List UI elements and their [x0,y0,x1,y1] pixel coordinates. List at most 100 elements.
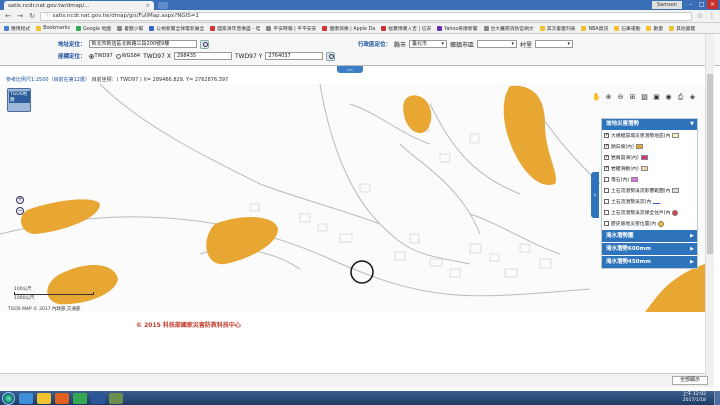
county-select[interactable]: 臺北市 ▾ [409,40,448,48]
x-input[interactable]: 298435 [173,52,232,60]
checkbox-unchecked[interactable] [604,221,609,226]
bookmark-item[interactable]: 數量 [646,25,663,32]
bookmark-item[interactable]: NBA資訊 [581,25,608,32]
legend-item-label: 落石(內) [611,178,630,183]
legend-header[interactable]: 坡地災害潛勢 ▼ [602,119,697,130]
checkbox-checked[interactable]: ✓ [604,166,609,171]
checkbox-unchecked[interactable] [604,210,609,215]
measure-icon[interactable]: ▨ [640,93,649,102]
map-building [469,243,482,254]
reload-icon[interactable]: ↻ [28,12,36,20]
village-select[interactable]: ▾ [535,40,574,48]
legend-section-header[interactable]: 淹水潛勢600mm ▶ [602,243,697,255]
basemap-toggle-button[interactable]: TGOS地圖 [7,88,31,112]
profile-badge[interactable]: Samson [652,1,682,9]
bookmark-item[interactable]: 書籤小幫 [117,25,143,32]
close-window-icon[interactable]: × [707,0,718,9]
locate-icon[interactable]: ◉ [664,93,673,102]
zoom-out-magnifier-icon[interactable]: ⊖ [616,93,625,102]
show-desktop-button[interactable] [714,391,720,405]
explorer-taskbar-icon[interactable] [37,392,51,404]
full-extent-icon[interactable]: ⊞ [628,93,637,102]
legend-section-header[interactable]: 淹水潛勢圖 ▶ [602,230,697,242]
eraser-icon[interactable]: ◈ [688,93,697,102]
legend-item[interactable]: 歷史坡地災害位置(內 [602,218,697,229]
bookmark-item[interactable]: 福寶博購入吉 | 信安 [381,25,431,32]
address-search-icon[interactable] [199,39,209,49]
bookmark-item[interactable]: Bookmarks [36,25,70,31]
scroll-thumb[interactable] [707,74,713,254]
zoom-out-icon[interactable]: − [16,207,24,215]
bookmark-favicon-icon [322,25,328,31]
bookmark-item[interactable]: 其他書籤 [669,25,695,32]
legend-item[interactable]: 土石流潛勢溪流保全住戶(內 [602,207,697,218]
admin-label: 行政區定位： [358,42,392,48]
legend-item[interactable]: ✓ 岩體滑動(內) [602,163,697,174]
photo-taskbar-icon[interactable] [109,392,123,404]
bookmark-item[interactable]: 公視新聞全球電影展全 [149,25,204,32]
legend-item[interactable]: ✓ 岩屑崩滑(內) [602,152,697,163]
word-taskbar-icon[interactable] [91,392,105,404]
menu-icon[interactable]: ⋮ [708,12,716,20]
minimize-icon[interactable]: – [685,0,696,9]
legend-item[interactable]: 土石流潛勢溪流影響範圍(內 [602,185,697,196]
radio-twd97[interactable]: TWD97 [88,53,113,59]
start-button[interactable] [2,391,15,405]
bookmark-item[interactable]: 平安時報 | 平平安安 [266,25,316,32]
maximize-icon[interactable]: □ [696,0,707,9]
map-canvas[interactable] [0,84,705,312]
bookmark-item[interactable]: 國家清年音樂盛 - 哇 [210,25,260,32]
bookmark-label: 應用程式 [11,26,31,32]
radio-wgs84[interactable]: WGS84 [115,53,140,59]
browser-tab[interactable]: satis.ncdr.nat.gov.tw/dmap/... × [4,1,154,10]
y-label: TWD97 Y [234,52,263,60]
bookmark-item[interactable]: 石筆運動 [614,25,640,32]
bookmark-label: Google 地圖 [83,26,112,32]
checkbox-unchecked[interactable] [604,188,609,193]
forward-icon[interactable]: → [16,12,24,20]
layer-icon[interactable]: ▣ [652,93,661,102]
checkbox-unchecked[interactable] [604,199,609,204]
show-all-downloads-button[interactable]: 全部顯示 [672,376,708,385]
legend-section-label: 淹水潛勢圖 [606,233,634,239]
print-icon[interactable]: ⎙ [676,93,685,102]
bookmark-item[interactable]: Google 地圖 [76,25,111,32]
page-scrollbar[interactable] [705,34,714,387]
ie-taskbar-icon[interactable] [19,392,33,404]
town-select[interactable]: ▾ [477,40,518,48]
legend-item[interactable]: ✓ 大規模崩塌災害潛勢地區(內 [602,130,697,141]
checkbox-checked[interactable]: ✓ [604,133,609,138]
collapse-panel-button[interactable]: ︿ [337,66,363,73]
bookmark-favicon-icon [669,25,675,31]
bookmark-label: 其次書籤列表 [546,26,576,32]
pan-hand-icon[interactable]: ✋ [592,93,601,102]
zoom-in-icon[interactable]: + [16,196,24,204]
legend-item[interactable]: ✓ 順向坡(內) [602,141,697,152]
address-input[interactable]: 新北市新店區北新路三段200號9樓 [88,40,197,48]
checkbox-checked[interactable]: ✓ [604,155,609,160]
url-input[interactable]: ⓘ satis.ncdr.nat.gov.tw/dmap/gis/FullMap.… [40,11,692,21]
bookmark-item[interactable]: Yahoo奇摩新聞 [437,25,478,32]
system-clock[interactable]: 上午 12:02 2017/1/18 [683,392,706,404]
legend-drawer-toggle[interactable]: › [591,172,599,218]
media-taskbar-icon[interactable] [55,392,69,404]
bookmark-favicon-icon [483,25,489,31]
zoom-in-magnifier-icon[interactable]: ⊕ [604,93,613,102]
checkbox-checked[interactable]: ✓ [604,144,609,149]
bookmark-item[interactable]: 健康快樂 | Apple Da [322,25,375,32]
bookmark-item[interactable]: 應用程式 [4,25,30,32]
new-tab-button[interactable] [158,2,168,9]
chrome-taskbar-icon[interactable] [73,392,87,404]
legend-item[interactable]: 土石流潛勢溪流(內 [602,196,697,207]
bookmark-item[interactable]: 台大醫院消防官網文 [483,25,534,32]
legend-section-header[interactable]: 淹水潛勢450mm ▶ [602,256,697,268]
back-icon[interactable]: ← [4,12,12,20]
basemap-label: TGOS地圖 [9,91,30,103]
coord-search-icon[interactable] [326,51,336,61]
tab-close-icon[interactable]: × [145,3,150,9]
bookmark-item[interactable]: 其次書籤列表 [539,25,576,32]
bookmark-star-icon[interactable]: ☆ [696,12,704,20]
checkbox-unchecked[interactable] [604,177,609,182]
legend-item[interactable]: 落石(內) [602,174,697,185]
y-input[interactable]: 2764037 [265,52,324,60]
